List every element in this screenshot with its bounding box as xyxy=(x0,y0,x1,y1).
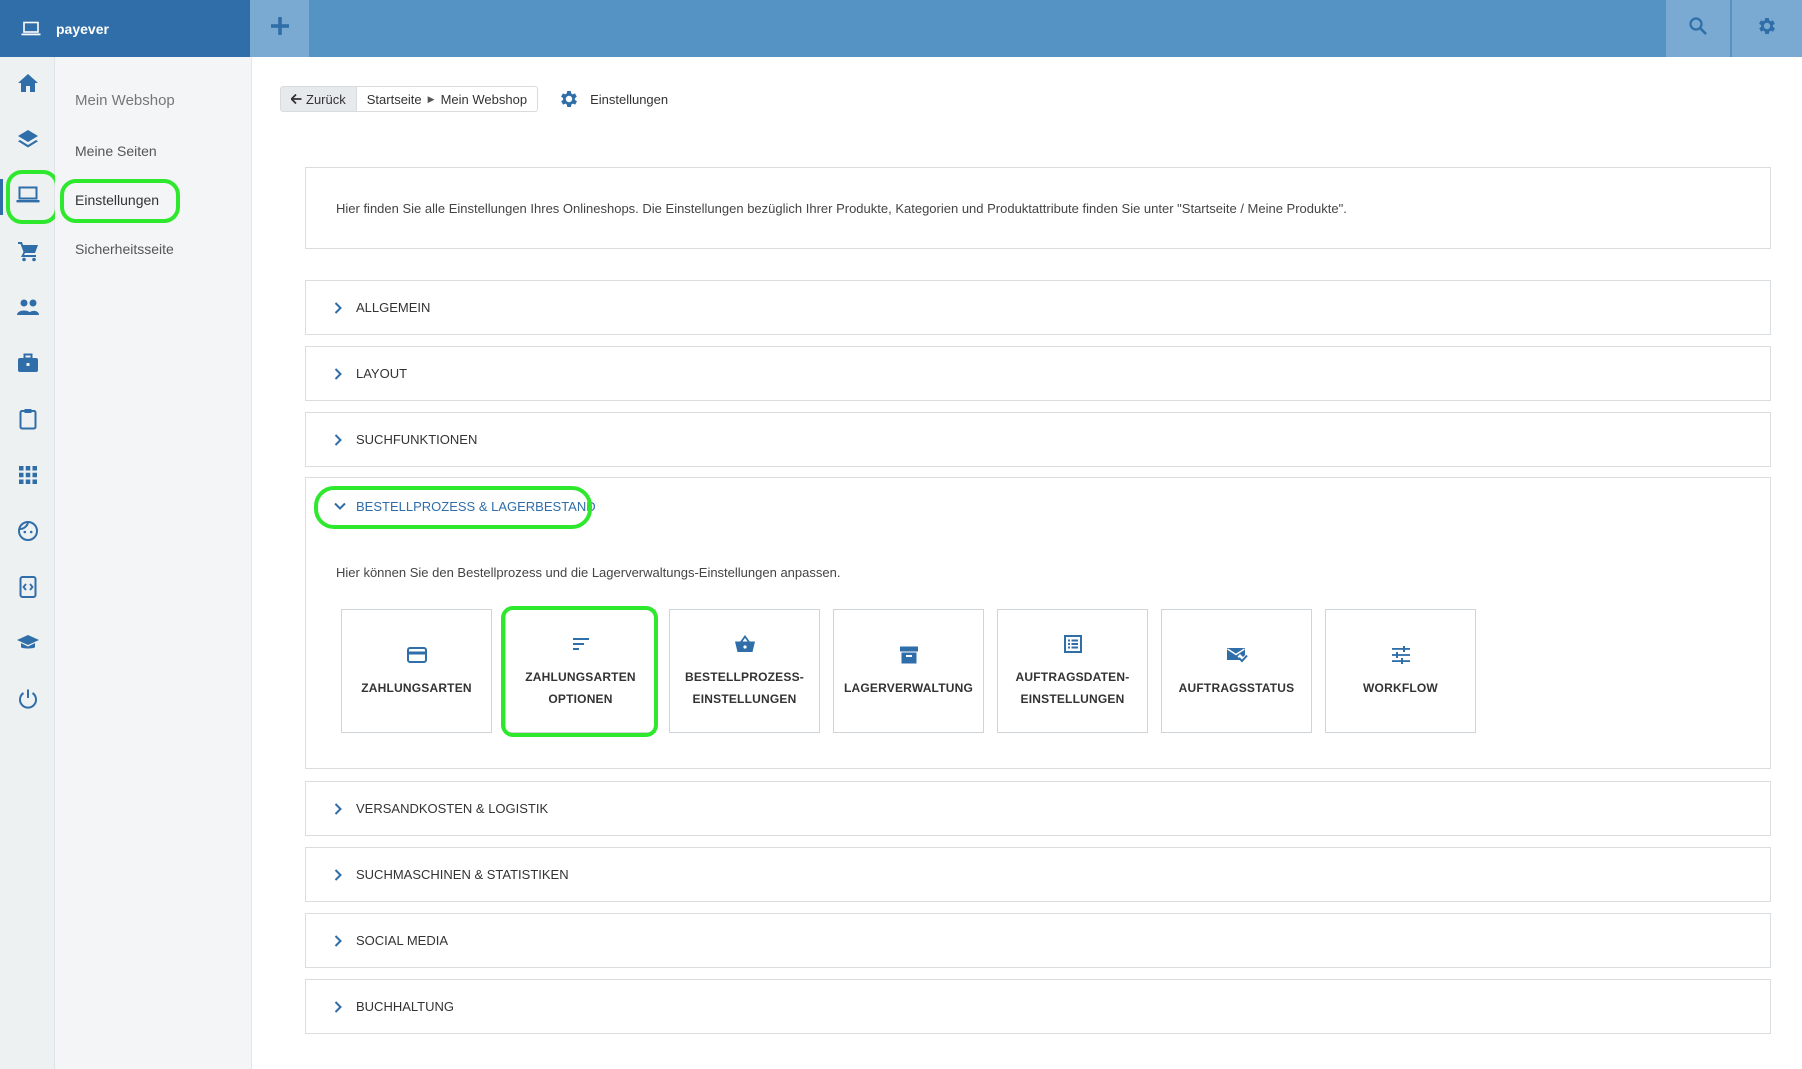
highlight-marker-subnav xyxy=(60,179,180,223)
breadcrumb-trail: Startseite ▶ Mein Webshop xyxy=(356,86,539,112)
section-label: SOCIAL MEDIA xyxy=(356,933,448,948)
tile-label: WORKFLOW xyxy=(1363,681,1438,695)
breadcrumb-item-mein-webshop[interactable]: Mein Webshop xyxy=(441,92,527,107)
section-label: SUCHMASCHINEN & STATISTIKEN xyxy=(356,867,569,882)
section-suchmaschinen[interactable]: SUCHMASCHINEN & STATISTIKEN xyxy=(305,847,1771,902)
search-button[interactable] xyxy=(1666,0,1730,57)
intro-text: Hier finden Sie alle Einstellungen Ihres… xyxy=(336,200,1347,216)
section-suchfunktionen[interactable]: SUCHFUNKTIONEN xyxy=(305,412,1771,467)
chevron-right-icon xyxy=(334,301,350,314)
code-device-icon xyxy=(19,575,37,603)
gear-icon xyxy=(1756,15,1778,42)
subnav-title[interactable]: Mein Webshop xyxy=(75,92,175,109)
chevron-right-icon xyxy=(334,934,350,947)
highlight-marker-section xyxy=(314,486,592,529)
tile-label: AUFTRAGSSTATUS xyxy=(1178,681,1295,695)
rail-item-business[interactable] xyxy=(0,345,55,385)
archive-box-icon xyxy=(899,643,919,667)
section-description: Hier können Sie den Bestellprozess und d… xyxy=(336,565,841,580)
settings-button[interactable] xyxy=(1732,0,1802,57)
rail-item-contacts[interactable] xyxy=(0,289,55,329)
intro-panel: Hier finden Sie alle Einstellungen Ihres… xyxy=(305,167,1771,249)
tile-label: ZAHLUNGSARTEN xyxy=(361,681,472,695)
face-icon xyxy=(17,520,39,547)
section-label: SUCHFUNKTIONEN xyxy=(356,432,478,447)
mail-check-icon xyxy=(1226,643,1248,667)
tile-label-line2: EINSTELLUNGEN xyxy=(692,692,797,706)
list-document-icon xyxy=(1063,632,1082,656)
briefcase-icon xyxy=(17,353,39,378)
chevron-right-icon xyxy=(334,1000,350,1013)
cart-icon xyxy=(17,240,39,267)
laptop-icon xyxy=(20,18,42,40)
apps-grid-icon xyxy=(18,465,38,490)
section-layout[interactable]: LAYOUT xyxy=(305,346,1771,401)
layers-icon xyxy=(17,128,39,155)
people-icon xyxy=(16,298,40,321)
chevron-right-icon xyxy=(334,433,350,446)
back-label: Zurück xyxy=(306,91,346,107)
rail-item-shop[interactable] xyxy=(0,233,55,273)
breadcrumb: Zurück Startseite ▶ Mein Webshop Einstel… xyxy=(280,86,668,112)
caret-right-icon: ▶ xyxy=(427,93,435,104)
add-button[interactable] xyxy=(250,0,309,57)
tile-workflow[interactable]: WORKFLOW xyxy=(1325,609,1476,733)
clipboard-icon xyxy=(19,408,37,435)
tile-auftragsdaten-einstellungen[interactable]: AUFTRAGSDATEN- EINSTELLUNGEN xyxy=(997,609,1148,733)
tile-auftragsstatus[interactable]: AUFTRAGSSTATUS xyxy=(1161,609,1312,733)
plus-icon xyxy=(270,16,290,41)
section-versandkosten[interactable]: VERSANDKOSTEN & LOGISTIK xyxy=(305,781,1771,836)
arrow-left-icon xyxy=(291,94,302,104)
section-label: VERSANDKOSTEN & LOGISTIK xyxy=(356,801,549,816)
rail-item-profile[interactable] xyxy=(0,513,55,553)
tile-label: AUFTRAGSDATEN- xyxy=(1015,670,1130,684)
rail-item-layers[interactable] xyxy=(0,121,55,161)
graduation-cap-icon xyxy=(16,634,40,657)
tile-label: LAGERVERWALTUNG xyxy=(843,681,973,695)
brand-name: payever xyxy=(56,20,109,37)
tile-bestellprozess-einstellungen[interactable]: BESTELLPROZESS- EINSTELLUNGEN xyxy=(669,609,820,733)
subnav-item-meine-seiten[interactable]: Meine Seiten xyxy=(75,143,157,159)
rail-item-apps[interactable] xyxy=(0,457,55,497)
search-icon xyxy=(1688,16,1708,41)
subnav-item-sicherheitsseite[interactable]: Sicherheitsseite xyxy=(75,241,174,257)
tile-label: BESTELLPROZESS- xyxy=(684,670,804,684)
brand[interactable]: payever xyxy=(0,0,250,57)
home-icon xyxy=(17,73,39,98)
credit-card-icon xyxy=(406,643,427,667)
section-label: ALLGEMEIN xyxy=(356,300,431,315)
section-label: LAYOUT xyxy=(356,366,408,381)
power-icon xyxy=(17,688,39,715)
rail-item-developer[interactable] xyxy=(0,569,55,609)
page-title: Einstellungen xyxy=(590,91,669,107)
tile-label-line2: EINSTELLUNGEN xyxy=(1020,692,1125,706)
rail-item-tasks[interactable] xyxy=(0,401,55,441)
section-allgemein[interactable]: ALLGEMEIN xyxy=(305,280,1771,335)
tile-zahlungsarten[interactable]: ZAHLUNGSARTEN xyxy=(341,609,492,733)
rail-item-home[interactable] xyxy=(0,65,55,105)
section-label: BUCHHALTUNG xyxy=(356,999,454,1014)
highlight-marker-tile xyxy=(501,606,658,737)
section-buchhaltung[interactable]: BUCHHALTUNG xyxy=(305,979,1771,1034)
back-button[interactable]: Zurück xyxy=(280,86,357,112)
rail-item-logout[interactable] xyxy=(0,681,55,721)
highlight-marker-rail xyxy=(6,170,59,224)
tile-lagerverwaltung[interactable]: LAGERVERWALTUNG xyxy=(833,609,984,733)
chevron-right-icon xyxy=(334,802,350,815)
page-title-group: Einstellungen xyxy=(558,88,668,110)
gear-icon xyxy=(558,88,590,110)
chevron-right-icon xyxy=(334,367,350,380)
breadcrumb-item-startseite[interactable]: Startseite xyxy=(367,92,422,107)
top-bar: payever xyxy=(0,0,1802,57)
section-social-media[interactable]: SOCIAL MEDIA xyxy=(305,913,1771,968)
basket-icon xyxy=(734,632,756,656)
sliders-icon xyxy=(1391,643,1411,667)
chevron-right-icon xyxy=(334,868,350,881)
rail-item-academy[interactable] xyxy=(0,625,55,665)
